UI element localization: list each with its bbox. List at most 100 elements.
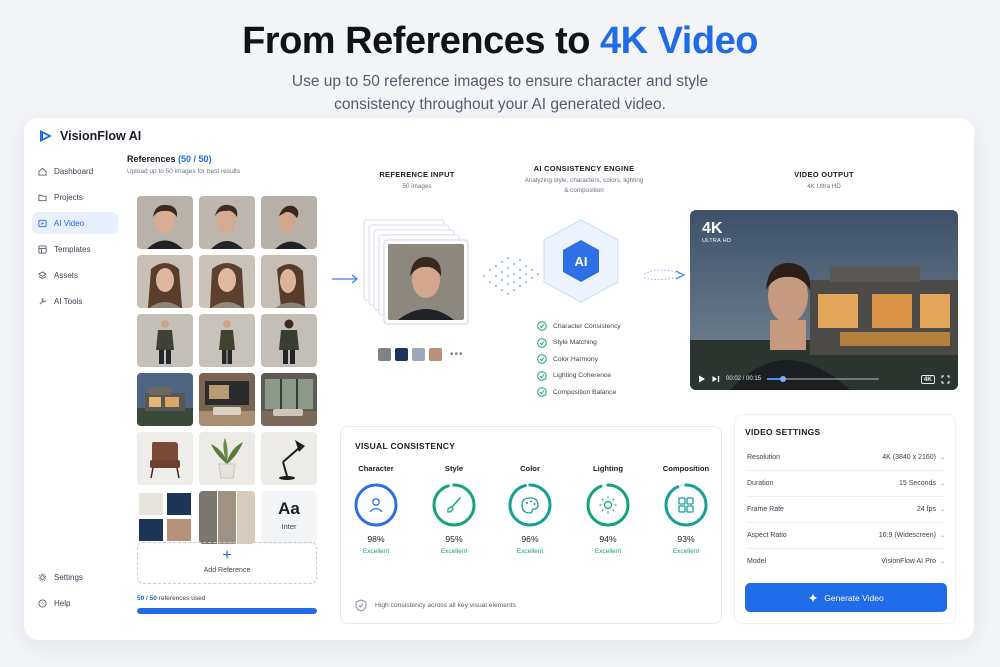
check-item: Lighting Coherence [537,368,621,385]
sidebar-item-templates[interactable]: Templates [32,238,118,260]
hero-subtitle: Use up to 50 reference images to ensure … [291,73,709,113]
reference-thumbnail[interactable] [199,314,255,367]
sun-icon [599,496,617,514]
sidebar-item-settings[interactable]: Settings [32,566,118,588]
reference-thumbnail-font[interactable]: Aa Inter [261,491,317,544]
reference-thumbnail[interactable] [261,373,317,426]
metric-percent: 98% [367,534,385,544]
references-count: (50 / 50) [178,154,212,164]
reference-thumbnail[interactable] [261,255,317,308]
references-progress-bar [137,608,317,614]
sidebar-item-label: Templates [54,244,91,254]
reference-thumbnail[interactable] [199,432,255,485]
reference-thumbnail-grid: Aa Inter [137,196,317,544]
sidebar-item-label: AI Tools [54,296,83,306]
grid-icon [678,497,694,513]
duration-select[interactable]: 15 Seconds ⌄ [899,480,945,487]
font-name: Inter [281,522,297,531]
reference-thumbnail[interactable] [137,196,193,249]
sidebar-item-dashboard[interactable]: Dashboard [32,160,118,182]
sidebar-item-label: Dashboard [54,166,94,176]
font-sample: Aa [278,499,300,518]
help-icon: ? [38,598,47,608]
references-subtitle: Upload up to 50 images for best results [127,168,241,175]
video-time: 00:02 / 00:15 [726,376,762,382]
metric-percent: 94% [599,534,617,544]
color-swatch [395,348,408,361]
shield-check-icon [355,599,367,612]
generate-video-button[interactable]: Generate Video [745,583,947,612]
metric-status: Excellent [440,548,468,555]
reference-thumbnail[interactable] [137,314,193,367]
setting-frame-rate: Frame Rate 24 fps ⌄ [747,501,945,517]
reference-thumbnail[interactable] [199,255,255,308]
metric-ring-arc [586,483,630,527]
reference-thumbnail[interactable] [261,432,317,485]
reference-thumbnail[interactable] [261,314,317,367]
setting-model: Model VisionFlow AI Pro ⌄ [747,553,945,569]
sparkle-icon [808,593,818,602]
folder-icon [38,194,47,201]
person-icon [369,498,383,513]
video-scrubber-handle[interactable] [779,376,786,382]
generate-video-label: Generate Video [824,592,884,603]
setting-label: Frame Rate [747,505,784,513]
visual-consistency-title: VISUAL CONSISTENCY [355,441,456,451]
sidebar-item-projects[interactable]: Projects [32,186,118,208]
metric-composition: Composition 93% Excellent [651,464,721,555]
aspect-ratio-select[interactable]: 16:9 (Widescreen) ⌄ [879,532,945,539]
home-icon [38,167,47,176]
color-swatches: ••• [378,348,464,361]
plus-icon: + [222,547,232,564]
brand[interactable]: VisionFlow AI [38,128,141,144]
metric-status: Excellent [672,548,700,555]
metric-name: Lighting [593,464,623,473]
tools-icon [39,297,47,305]
skip-forward-icon[interactable] [712,375,720,383]
chevron-down-icon: ⌄ [939,532,945,539]
video-icon [38,219,47,227]
video-scrubber[interactable] [767,376,880,382]
frame-rate-select[interactable]: 24 fps ⌄ [917,506,945,513]
setting-aspect-ratio: Aspect Ratio 16:9 (Widescreen) ⌄ [747,527,945,543]
metric-color: Color 96% Excellent [495,464,565,555]
reference-thumbnail[interactable] [137,373,193,426]
reference-thumbnail[interactable] [137,432,193,485]
reference-thumbnail[interactable] [199,373,255,426]
reference-thumbnail-palette[interactable] [137,491,193,544]
video-player[interactable]: 4K ULTRA HD 00:02 / 00:15 4K [690,210,958,390]
chevron-down-icon: ⌄ [939,506,945,513]
sidebar-item-label: Help [54,598,71,608]
sidebar-item-label: Settings [54,572,83,582]
sidebar-item-ai-video[interactable]: AI Video [32,212,118,234]
more-icon[interactable]: ••• [450,349,464,360]
reference-thumbnail[interactable] [261,196,317,249]
fullscreen-icon[interactable] [941,375,950,384]
check-item: Composition Balance [537,384,621,401]
check-label: Style Matching [553,339,597,347]
video-badge: 4K [702,220,723,237]
metric-style: Style 95% Excellent [419,464,489,555]
video-quality-badge: 4K ULTRA HD [702,220,731,244]
metric-name: Color [520,464,540,473]
sidebar-bottom: Settings ? Help [32,566,118,618]
reference-stack [362,218,472,328]
chevron-down-icon: ⌄ [939,558,945,565]
engine-subtitle: Analyzing style, characters, colors, lig… [524,177,644,194]
sidebar-item-assets[interactable]: Assets [32,264,118,286]
play-icon[interactable] [698,375,706,383]
reference-thumbnail[interactable] [137,255,193,308]
sidebar-nav: Dashboard Projects AI Video Templates As… [32,160,118,316]
sidebar-item-help[interactable]: ? Help [32,592,118,614]
model-select[interactable]: VisionFlow AI Pro ⌄ [881,558,945,565]
video-quality-button[interactable]: 4K [920,374,935,384]
resolution-select[interactable]: 4K (3840 x 2160) ⌄ [882,454,945,461]
setting-value: 24 fps [916,505,936,513]
sidebar-item-label: AI Video [54,218,85,228]
ai-badge: AI [575,254,588,269]
add-reference-button[interactable]: + Add Reference [137,542,317,584]
sidebar-item-ai-tools[interactable]: AI Tools [32,290,118,312]
add-reference-label: Add Reference [203,567,251,574]
reference-thumbnail[interactable] [199,196,255,249]
reference-thumbnail-materials[interactable] [199,491,255,544]
